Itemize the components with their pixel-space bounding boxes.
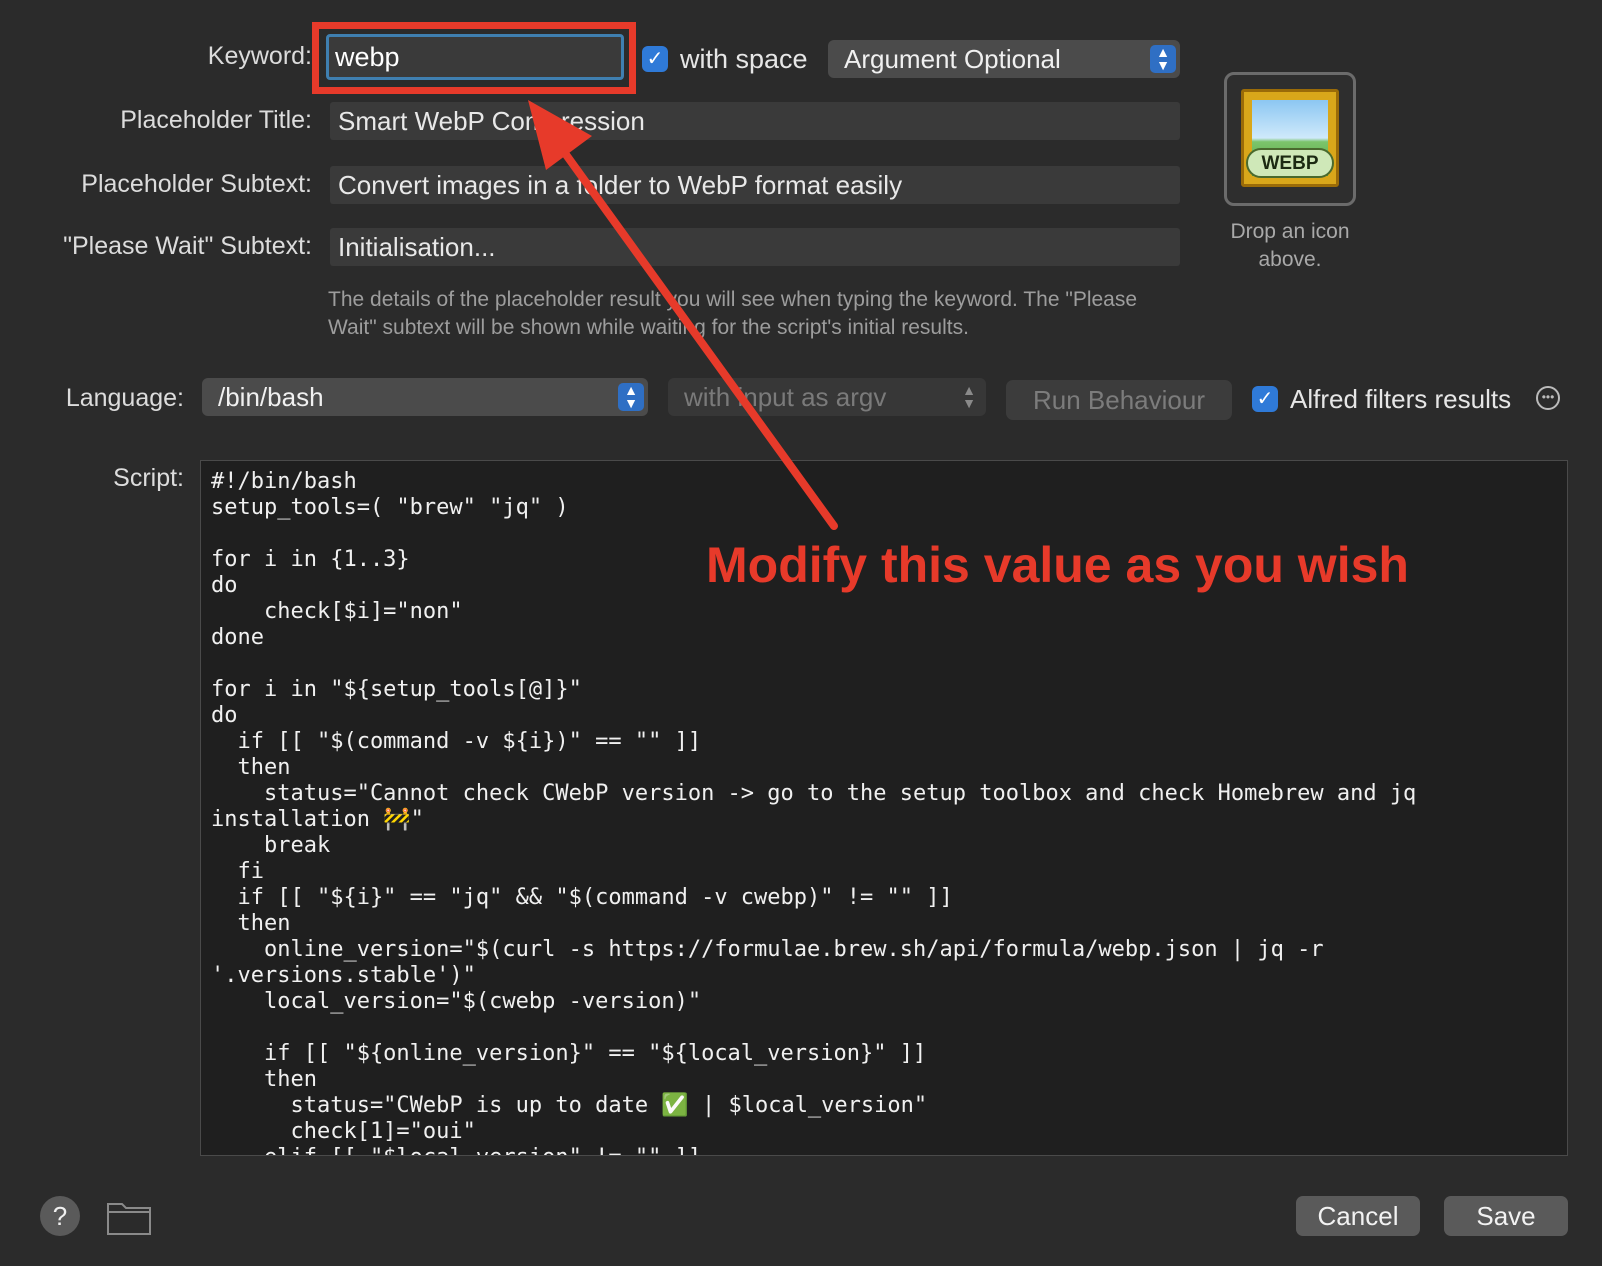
help-icon[interactable]: ?: [40, 1196, 80, 1236]
cancel-button[interactable]: Cancel: [1296, 1196, 1420, 1236]
annotation-arrow: [528, 100, 838, 530]
save-button[interactable]: Save: [1444, 1196, 1568, 1236]
annotation-text: Modify this value as you wish: [706, 537, 1409, 593]
script-filter-config-dialog: Keyword: webp ✓ with space Argument Opti…: [0, 0, 1602, 1266]
folder-icon[interactable]: [106, 1198, 152, 1236]
